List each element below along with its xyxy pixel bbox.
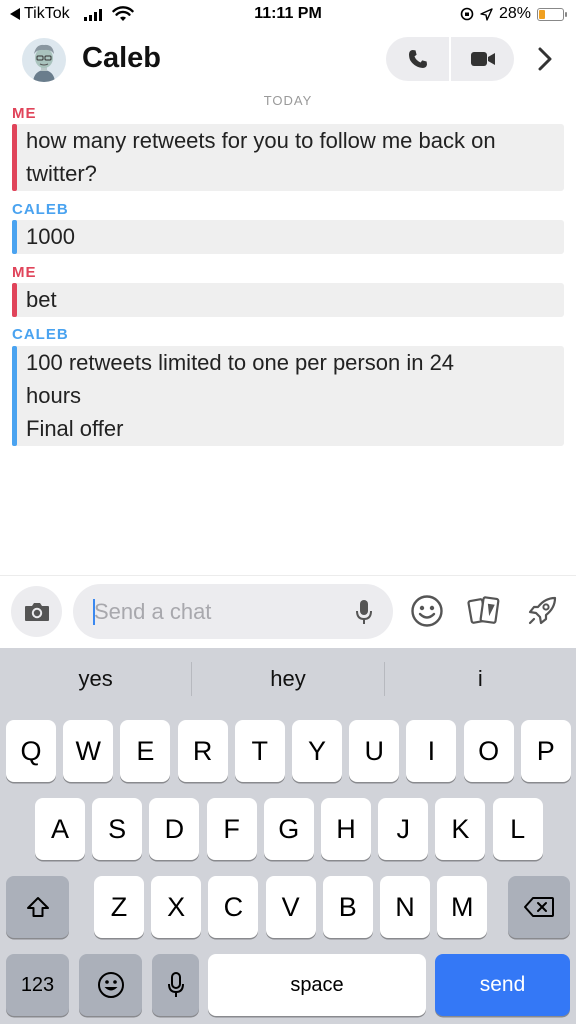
message-bubble[interactable]: 100 retweets limited to one per person i…: [12, 346, 564, 446]
rocket-icon: [528, 596, 557, 625]
message-line: twitter?: [26, 161, 97, 186]
battery-fill: [539, 9, 546, 19]
letter-key[interactable]: T: [234, 720, 285, 782]
battery-percent: 28%: [498, 5, 531, 22]
letter-key[interactable]: B: [322, 876, 373, 938]
suggestion-item[interactable]: yes: [0, 648, 191, 710]
games-button[interactable]: [524, 593, 560, 629]
sender-label-me: ME: [12, 105, 37, 122]
letter-key[interactable]: Y: [292, 720, 342, 782]
suggestion-item[interactable]: hey: [192, 648, 383, 710]
avatar[interactable]: [22, 38, 66, 82]
snapchat-chat-screen: TikTok 11:11 PM 28% Caleb TODAY ME how m…: [0, 0, 576, 1024]
message-line: 100 retweets limited to one per person i…: [26, 350, 455, 375]
chevron-right-icon: [538, 47, 552, 71]
camera-button[interactable]: [11, 586, 62, 637]
letter-key[interactable]: C: [208, 876, 259, 938]
space-key[interactable]: space: [208, 954, 426, 1016]
voice-call-button[interactable]: [386, 37, 449, 81]
video-icon: [470, 52, 495, 66]
letter-key[interactable]: O: [463, 720, 514, 782]
letter-key[interactable]: W: [63, 720, 114, 782]
sender-label-me: ME: [12, 264, 37, 281]
chat-input[interactable]: Send a chat: [73, 584, 393, 639]
day-label: TODAY: [263, 93, 313, 108]
mic-icon[interactable]: [355, 598, 373, 626]
letter-key[interactable]: F: [206, 798, 257, 860]
status-bar: TikTok 11:11 PM 28%: [0, 0, 576, 30]
letter-key[interactable]: L: [492, 798, 543, 860]
keyboard: yes hey i QWERTYUIOP ASDFGHJKL ZXCVBNM 123: [0, 648, 576, 1024]
location-icon: [480, 7, 493, 21]
sender-color-bar: [12, 283, 17, 317]
backspace-key[interactable]: [508, 876, 570, 938]
suggestion-item[interactable]: i: [385, 648, 576, 710]
sender-color-bar: [12, 220, 17, 254]
letter-key[interactable]: M: [437, 876, 488, 938]
sender-label-caleb: CALEB: [12, 326, 69, 343]
chat-header: Caleb: [0, 30, 576, 88]
bitmoji-avatar-icon: [22, 38, 66, 82]
phone-icon: [408, 50, 427, 68]
message-line: 1000: [26, 224, 75, 249]
emoji-button[interactable]: [409, 593, 445, 629]
letter-key[interactable]: S: [92, 798, 143, 860]
orientation-lock-icon: [460, 7, 474, 21]
letter-key[interactable]: Z: [94, 876, 144, 938]
letter-key[interactable]: U: [349, 720, 400, 782]
message-line: how many retweets for you to follow me b…: [26, 128, 496, 153]
composer-bar: Send a chat: [0, 575, 576, 647]
letter-key[interactable]: Q: [6, 720, 56, 782]
send-key[interactable]: send: [435, 954, 570, 1016]
sender-label-caleb: CALEB: [12, 201, 69, 218]
letter-key[interactable]: V: [265, 876, 316, 938]
letter-key[interactable]: J: [378, 798, 429, 860]
letter-key[interactable]: P: [520, 720, 571, 782]
letter-key[interactable]: A: [35, 798, 85, 860]
dictation-key[interactable]: [152, 954, 199, 1016]
emoji-icon: [411, 595, 443, 627]
message-line: hours: [26, 383, 82, 408]
message-bubble[interactable]: bet: [12, 283, 564, 317]
cards-icon: [467, 596, 500, 624]
more-button[interactable]: [532, 46, 558, 72]
letter-key[interactable]: H: [321, 798, 371, 860]
letter-key[interactable]: E: [120, 720, 171, 782]
shift-key[interactable]: [6, 876, 69, 938]
battery-icon: [537, 7, 567, 21]
cards-button[interactable]: [467, 593, 503, 629]
backspace-icon: [524, 897, 554, 917]
emoji-keyboard-icon: [97, 972, 124, 998]
contact-name[interactable]: Caleb: [82, 42, 161, 75]
letter-key[interactable]: G: [263, 798, 314, 860]
sender-color-bar: [12, 124, 17, 191]
letter-key[interactable]: D: [149, 798, 200, 860]
video-call-button[interactable]: [451, 37, 514, 81]
letter-key[interactable]: N: [380, 876, 430, 938]
shift-icon: [26, 897, 49, 917]
sender-color-bar: [12, 346, 17, 446]
message-line: Final offer: [26, 416, 124, 441]
letter-key[interactable]: X: [151, 876, 202, 938]
letter-key[interactable]: R: [177, 720, 228, 782]
suggestion-bar: yes hey i: [0, 648, 576, 710]
emoji-key[interactable]: [79, 954, 142, 1016]
mic-icon: [167, 972, 184, 997]
letter-key[interactable]: I: [406, 720, 457, 782]
message-bubble[interactable]: how many retweets for you to follow me b…: [12, 124, 564, 191]
numbers-key[interactable]: 123: [6, 954, 69, 1016]
message-bubble[interactable]: 1000: [12, 220, 564, 254]
status-right-group: 28%: [460, 5, 567, 23]
camera-icon: [24, 602, 49, 621]
message-line: bet: [26, 287, 57, 312]
letter-key[interactable]: K: [435, 798, 486, 860]
chat-input-placeholder: Send a chat: [94, 599, 212, 624]
call-buttons: [386, 37, 514, 81]
